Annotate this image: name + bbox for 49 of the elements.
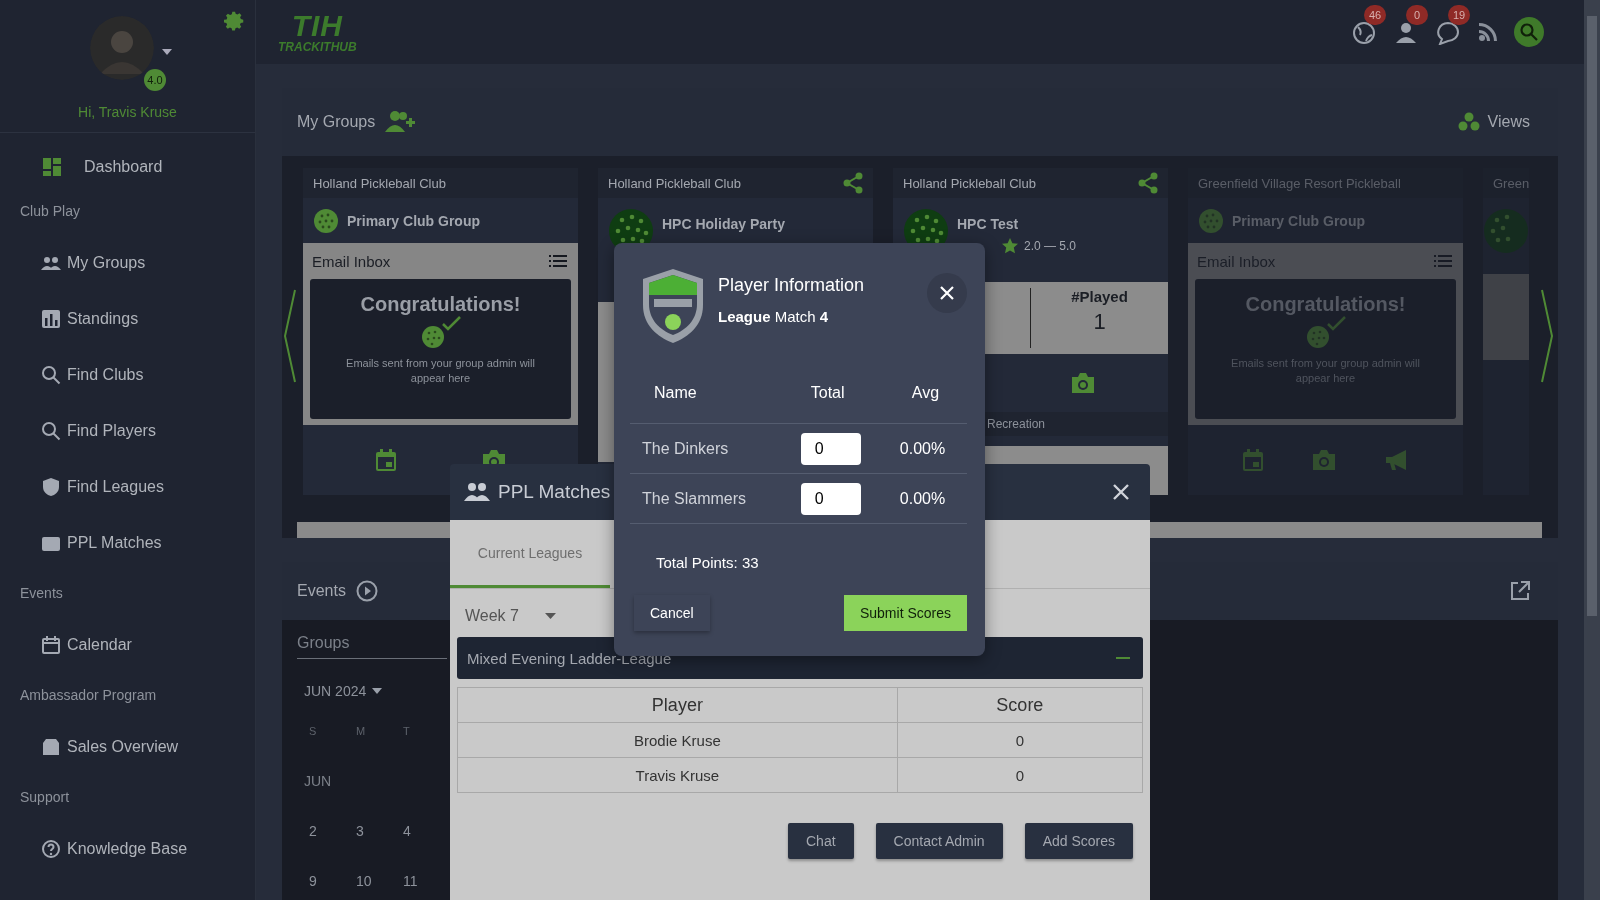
stat-label: #Played <box>1071 288 1128 305</box>
section-label: Support <box>19 788 71 807</box>
club-name: Holland Pickleball Club <box>608 175 741 191</box>
table-cell: 0 <box>897 722 1143 758</box>
heading: Congratulations! <box>360 293 521 316</box>
group-name: HPC Holiday Party <box>662 216 785 232</box>
total-points: Total Points: 33 <box>656 554 760 571</box>
dialog-title: Player Information <box>718 275 865 296</box>
tag-label: Recreation <box>987 417 1046 432</box>
weekday-label: M <box>356 725 367 737</box>
month-label: JUN <box>304 773 332 789</box>
table-cell: Travis Kruse <box>457 757 898 793</box>
table-cell: 0 <box>897 757 1143 793</box>
weekday-label: S <box>309 725 318 737</box>
average-value: 0.00% <box>887 473 967 524</box>
club-name: Holland Pickleball Club <box>313 175 446 191</box>
level-range: 2.0 — 5.0 <box>1024 239 1077 253</box>
column-header: Total <box>788 363 888 424</box>
column-header: Player <box>457 687 898 723</box>
count-badge: 0 <box>1406 5 1428 25</box>
count-badge: 19 <box>1448 5 1470 25</box>
section-label: Club Play <box>19 202 81 221</box>
message-text: Emails sent from your group admin will appear here <box>345 356 536 386</box>
club-name: Holland Pickleball Club <box>903 175 1036 191</box>
weekday-label: T <box>403 725 411 737</box>
heading: Congratulations! <box>1245 293 1406 316</box>
average-value: 0.00% <box>887 423 967 474</box>
table-cell: Brodie Kruse <box>457 722 898 758</box>
group-name: HPC Test <box>957 216 1020 232</box>
column-header: Name <box>630 363 789 424</box>
league-name: Mixed Evening Ladder-League <box>467 649 672 667</box>
group-name: Primary Club Group <box>347 212 481 229</box>
team-name: The Dinkers <box>630 423 789 474</box>
column-header: Avg <box>887 363 967 424</box>
panel-title: Events <box>297 582 346 600</box>
inbox-title: Email Inbox <box>312 252 391 270</box>
rating-badge: 4.0 <box>144 69 166 91</box>
stat-value: 1 <box>1093 309 1106 335</box>
section-label: Events <box>19 584 64 603</box>
section-label: Ambassador Program <box>19 686 158 705</box>
club-name: Greenfield Village Resort Pickleball <box>1198 175 1401 191</box>
panel-title: My Groups <box>297 113 376 131</box>
club-name: Green <box>1493 175 1529 191</box>
greeting-text: Hi, Travis Kruse <box>77 104 178 120</box>
dialog-subtitle: League Match 4 <box>718 308 830 325</box>
group-name: Primary Club Group <box>1232 212 1366 229</box>
team-name: The Slammers <box>630 473 789 524</box>
count-badge: 46 <box>1364 5 1386 25</box>
column-header: Score <box>897 687 1143 723</box>
